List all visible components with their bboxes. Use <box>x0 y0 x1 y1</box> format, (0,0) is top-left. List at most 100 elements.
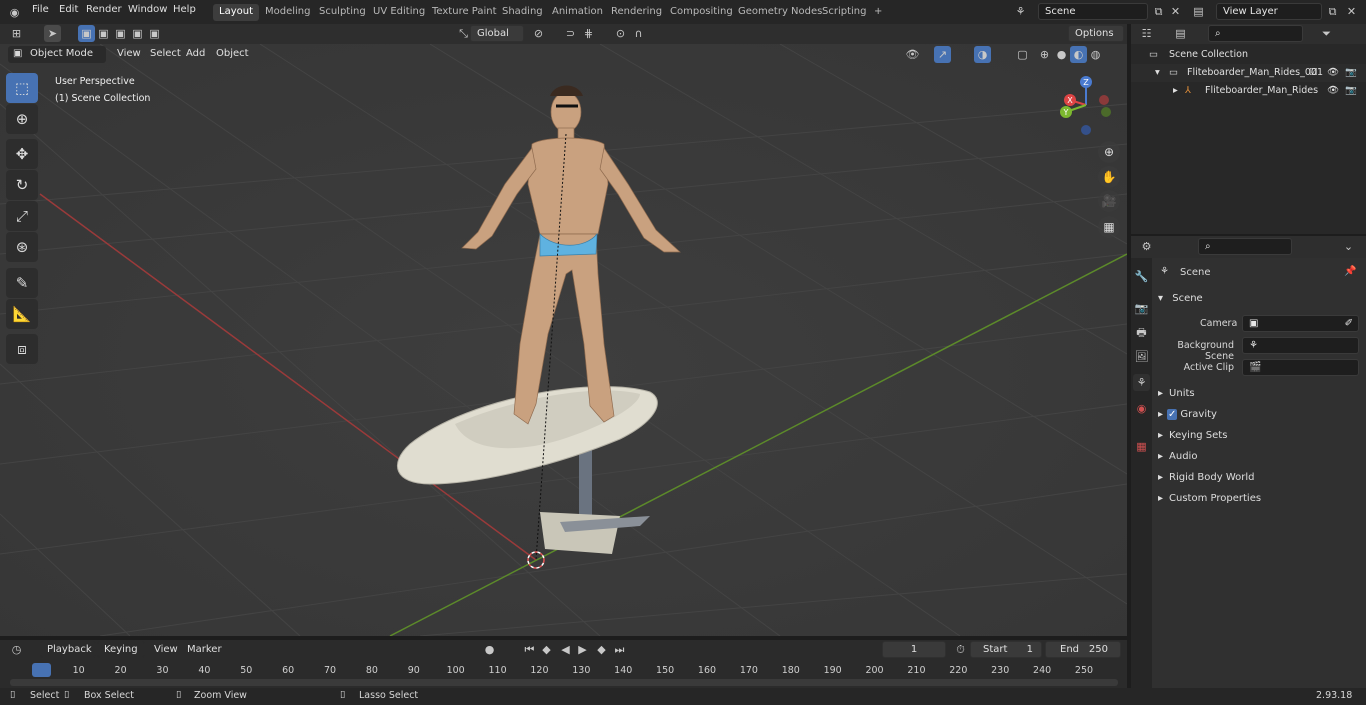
tab-uv-editing[interactable]: UV Editing <box>367 4 431 21</box>
menu-window[interactable]: Window <box>128 4 167 15</box>
expand-arrow-icon[interactable]: ▸ <box>1173 82 1178 100</box>
gravity-panel[interactable]: ▸ ✓ Gravity <box>1158 409 1217 420</box>
viewport-menu-view[interactable]: View <box>117 48 141 59</box>
tab-rendering[interactable]: Rendering <box>605 4 668 21</box>
overlays-toggle-icon[interactable]: ◑ <box>974 46 991 63</box>
transform-tool[interactable]: ⊛ <box>6 232 38 262</box>
camera-icon[interactable]: 📷 <box>1345 82 1357 100</box>
tab-sculpting[interactable]: Sculpting <box>313 4 372 21</box>
editor-type-icon[interactable]: ⊞ <box>8 25 25 42</box>
keying-sets-panel[interactable]: ▸ Keying Sets <box>1158 430 1227 441</box>
outliner-search-input[interactable]: ⌕ <box>1208 25 1303 42</box>
select-mode-extend-icon[interactable]: ▣ <box>95 25 112 42</box>
viewport-menu-select[interactable]: Select <box>150 48 181 59</box>
rotate-tool[interactable]: ↻ <box>6 170 38 200</box>
timeline-editor-icon[interactable]: ◷ <box>8 641 25 658</box>
tab-geometry-nodes[interactable]: Geometry Nodes <box>732 4 828 21</box>
outliner-row-scene-collection[interactable]: ▭ Scene Collection <box>1131 46 1366 64</box>
view-layer-field[interactable]: View Layer <box>1216 3 1322 20</box>
menu-edit[interactable]: Edit <box>59 4 78 15</box>
properties-editor-icon[interactable]: ⚙ <box>1138 238 1155 255</box>
properties-search-input[interactable]: ⌕ <box>1198 238 1292 255</box>
pan-hand-icon[interactable]: ✋ <box>1098 166 1120 188</box>
pin-icon[interactable]: 📌 <box>1344 266 1356 277</box>
tab-layout[interactable]: Layout <box>213 4 259 21</box>
gizmo-toggle-icon[interactable]: ↗ <box>934 46 951 63</box>
pivot-icon[interactable]: ⊘ <box>530 25 547 42</box>
tab-compositing[interactable]: Compositing <box>664 4 739 21</box>
tab-shading[interactable]: Shading <box>496 4 549 21</box>
checkbox-icon[interactable]: ☑ <box>1309 64 1318 82</box>
falloff-icon[interactable]: ∩ <box>630 25 647 42</box>
proportional-edit-icon[interactable]: ⊙ <box>612 25 629 42</box>
new-scene-icon[interactable]: ⧉ <box>1150 3 1167 20</box>
material-shading-icon[interactable]: ◐ <box>1070 46 1087 63</box>
solid-shading-icon[interactable]: ● <box>1053 46 1070 63</box>
viewport-menu-object[interactable]: Object <box>216 48 249 59</box>
perspective-toggle-icon[interactable]: ▦ <box>1098 216 1120 238</box>
select-tool-icon[interactable]: ➤ <box>44 25 61 42</box>
menu-help[interactable]: Help <box>173 4 196 15</box>
timeline-scrollbar[interactable] <box>10 679 1118 686</box>
timeline-menu-marker[interactable]: Marker <box>187 644 222 655</box>
camera-field[interactable]: ▣ ✐ <box>1242 315 1359 332</box>
prev-keyframe-icon[interactable]: ◆ <box>538 641 555 658</box>
rigid-body-world-panel[interactable]: ▸ Rigid Body World <box>1158 472 1255 483</box>
tab-texture-paint[interactable]: Texture Paint <box>426 4 503 21</box>
eyedropper-icon[interactable]: ✐ <box>1345 318 1353 329</box>
eye-icon[interactable]: 👁 <box>1327 64 1339 82</box>
outliner-editor-icon[interactable]: ☷ <box>1138 25 1155 42</box>
timeline-menu-view[interactable]: View <box>154 644 178 655</box>
visibility-icon[interactable]: 👁 <box>904 46 921 63</box>
add-workspace-button[interactable]: + <box>868 4 888 21</box>
new-view-layer-icon[interactable]: ⧉ <box>1324 3 1341 20</box>
eye-icon[interactable]: 👁 <box>1327 82 1339 100</box>
audio-panel[interactable]: ▸ Audio <box>1158 451 1197 462</box>
start-frame-field[interactable]: Start 1 <box>970 641 1042 658</box>
move-tool[interactable]: ✥ <box>6 139 38 169</box>
view-layer-tab-icon[interactable]: 🖼 <box>1133 348 1150 365</box>
keying-menu[interactable]: Keying <box>97 641 145 658</box>
select-mode-intersect-icon[interactable]: ▣ <box>146 25 163 42</box>
3d-viewport[interactable] <box>0 44 1127 636</box>
end-frame-field[interactable]: End 250 <box>1045 641 1121 658</box>
select-box-tool[interactable]: ⬚ <box>6 73 38 103</box>
close-icon[interactable]: ✕ <box>1343 3 1360 20</box>
output-tab-icon[interactable]: 🖶 <box>1133 324 1150 341</box>
menu-file[interactable]: File <box>32 4 49 15</box>
record-icon[interactable]: ● <box>481 641 498 658</box>
tool-tab-icon[interactable]: 🔧 <box>1133 268 1150 285</box>
chevron-down-icon[interactable]: ⌄ <box>1340 238 1357 255</box>
next-keyframe-icon[interactable]: ◆ <box>593 641 610 658</box>
object-mode-dropdown[interactable]: ▣ Object Mode <box>8 46 106 63</box>
expand-arrow-icon[interactable]: ▾ <box>1155 64 1160 82</box>
blender-logo-icon[interactable]: ◉ <box>6 4 23 21</box>
xray-icon[interactable]: ▢ <box>1014 46 1031 63</box>
play-reverse-icon[interactable]: ◀ <box>557 641 574 658</box>
texture-tab-icon[interactable]: ▦ <box>1133 438 1150 455</box>
measure-tool[interactable]: 📐 <box>6 299 38 329</box>
playback-menu[interactable]: Playback <box>40 641 96 658</box>
transform-orientation-dropdown[interactable]: Global <box>470 25 524 42</box>
active-clip-field[interactable]: 🎬 <box>1242 359 1359 376</box>
cursor-tool[interactable]: ⊕ <box>6 104 38 134</box>
jump-start-icon[interactable]: ⏮ <box>521 641 538 658</box>
gravity-checkbox[interactable]: ✓ <box>1167 409 1178 420</box>
view-layer-icon[interactable]: ▤ <box>1190 3 1207 20</box>
scene-icon[interactable]: ⚘ <box>1012 3 1029 20</box>
annotate-tool[interactable]: ✎ <box>6 268 38 298</box>
scene-tab-icon[interactable]: ⚘ <box>1133 374 1150 391</box>
preview-range-icon[interactable]: ⏱ <box>952 641 969 658</box>
render-tab-icon[interactable]: 📷 <box>1133 300 1150 317</box>
viewport-menu-add[interactable]: Add <box>186 48 205 59</box>
jump-end-icon[interactable]: ⏭ <box>611 641 628 658</box>
close-icon[interactable]: ✕ <box>1167 3 1184 20</box>
wireframe-shading-icon[interactable]: ⊕ <box>1036 46 1053 63</box>
scale-tool[interactable]: ⤢ <box>6 201 38 231</box>
current-frame-field[interactable]: 1 <box>882 641 946 658</box>
snap-icon[interactable]: ⊃ <box>562 25 579 42</box>
add-cube-tool[interactable]: ⧈ <box>6 334 38 364</box>
playhead[interactable] <box>32 663 51 677</box>
navigation-gizmo[interactable]: Z X Y <box>1056 74 1116 136</box>
scene-name-field[interactable]: Scene <box>1038 3 1148 20</box>
